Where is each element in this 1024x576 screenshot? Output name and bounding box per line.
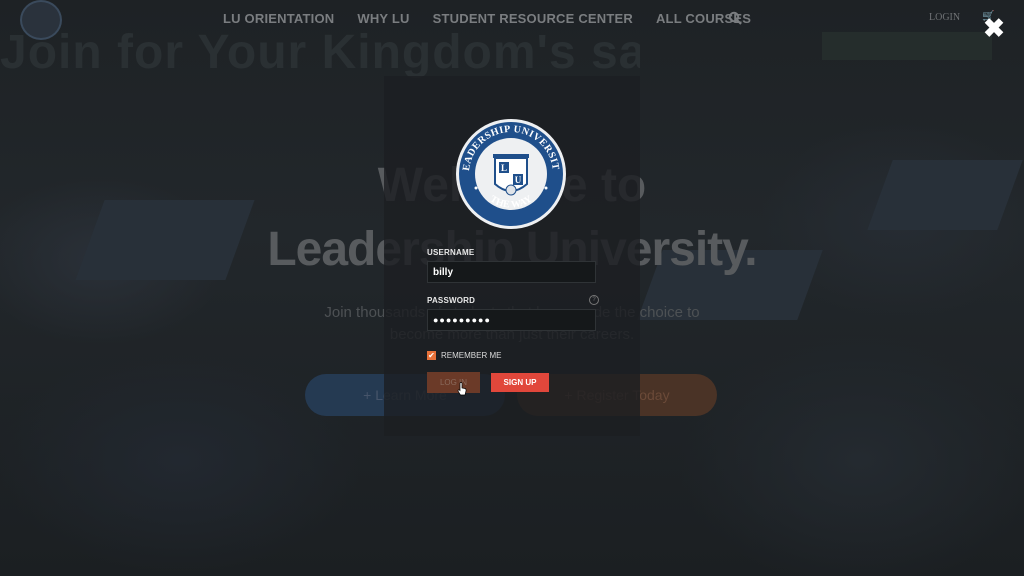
remember-me-label: REMEMBER ME	[441, 351, 502, 360]
username-label: USERNAME	[427, 248, 475, 257]
top-navigation: LU ORIENTATION WHY LU STUDENT RESOURCE C…	[0, 0, 1024, 40]
nav-menu: LU ORIENTATION WHY LU STUDENT RESOURCE C…	[223, 11, 751, 26]
password-label: PASSWORD	[427, 296, 476, 305]
nav-login-link[interactable]: LOGIN	[929, 12, 960, 23]
login-button[interactable]: LOG IN	[427, 372, 480, 393]
password-input[interactable]: ●●●●●●●●●	[427, 309, 596, 331]
nav-item-student-resource-center[interactable]: STUDENT RESOURCE CENTER	[433, 11, 633, 26]
site-logo[interactable]	[20, 0, 62, 40]
university-seal-logo: LEADERSHIP UNIVERSITY THE WAY L U	[455, 118, 566, 229]
nav-item-lu-orientation[interactable]: LU ORIENTATION	[223, 11, 334, 26]
remember-me-checkbox[interactable]: ✔	[427, 351, 436, 360]
signup-button[interactable]: SIGN UP	[491, 373, 549, 392]
seal-letter-u: U	[515, 175, 522, 185]
search-icon[interactable]	[728, 11, 742, 25]
nav-item-why-lu[interactable]: WHY LU	[357, 11, 409, 26]
hand-cursor-icon	[457, 382, 467, 396]
help-icon[interactable]: ?	[589, 295, 599, 305]
seal-letter-l: L	[501, 163, 507, 173]
close-icon[interactable]: ✖	[983, 15, 1005, 41]
username-input[interactable]	[427, 261, 596, 283]
